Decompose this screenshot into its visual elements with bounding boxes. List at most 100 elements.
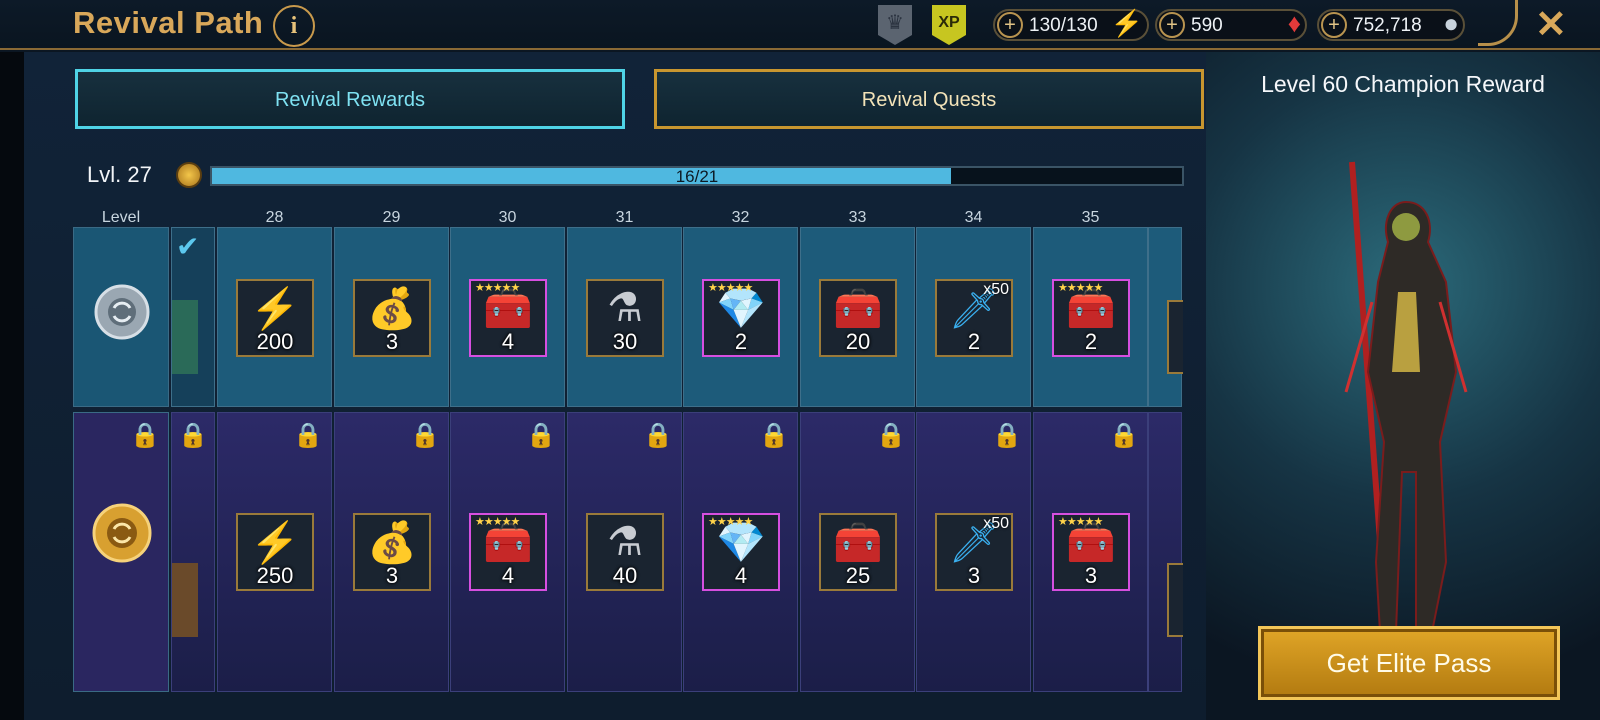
level-column-header: 29 <box>382 209 401 226</box>
gems-counter: + 590 ♦ <box>1155 8 1307 41</box>
elite-reward-cell[interactable]: 🔒 🧰 ★★★★★ 3 <box>1033 412 1148 692</box>
crown-badge-icon[interactable]: ♛ <box>878 5 912 45</box>
tab-revival-quests[interactable]: Revival Quests <box>654 69 1204 129</box>
elite-track-icon-cell: 🔒 <box>73 412 169 692</box>
reward-item[interactable]: 🗡 x50 3 <box>935 513 1013 591</box>
free-reward-cell[interactable]: 🗡 x50 2 <box>916 227 1031 407</box>
lock-icon: 🔒 <box>130 422 160 449</box>
energy-counter: + 130/130 ⚡ <box>993 8 1149 41</box>
energy-icon: ⚡ <box>250 287 300 331</box>
elite-reward-cell[interactable]: 🔒 💎 ★★★★★ 4 <box>683 412 798 692</box>
reward-item[interactable]: 💰 3 <box>353 279 431 357</box>
close-button[interactable]: ✕ <box>1535 2 1567 47</box>
reward-count: 40 <box>612 563 638 588</box>
reward-item[interactable]: ⚡ 200 <box>236 279 314 357</box>
level-column-header: 30 <box>498 209 517 226</box>
reward-count: 2 <box>967 329 981 354</box>
rarity-stars: ★★★★★ <box>475 516 520 528</box>
rarity-stars: ★★★★★ <box>1058 282 1103 294</box>
elite-reward-cell[interactable]: 🔒 ⚡ 250 <box>217 412 332 692</box>
rarity-stars: ★★★★★ <box>1058 516 1103 528</box>
next-level-free-cell[interactable] <box>1148 227 1183 407</box>
reward-item[interactable]: 💎 ★★★★★ 4 <box>702 513 780 591</box>
partial-reward-icon <box>1167 300 1183 374</box>
progress-text: 16/21 <box>675 167 719 186</box>
silver-value: 752,718 <box>1353 15 1422 36</box>
silver-chest-icon: 🧰 <box>833 521 883 565</box>
reward-item[interactable]: 🧰 ★★★★★ 4 <box>469 513 547 591</box>
multiplier-label: x50 <box>983 281 1009 298</box>
lock-icon: 🔒 <box>410 422 440 449</box>
free-reward-cell[interactable]: 💰 3 <box>334 227 449 407</box>
top-bar: Revival Path i ♛ XP + 130/130 ⚡ + 590 ♦ … <box>0 0 1600 50</box>
potion-icon: ⚗ <box>607 520 643 564</box>
prev-level-elite-cell[interactable]: 🔒 <box>171 412 215 692</box>
lock-icon: 🔒 <box>526 422 556 449</box>
corner-ornament <box>1478 0 1518 46</box>
reward-item[interactable]: 🧰 20 <box>819 279 897 357</box>
tab-revival-rewards[interactable]: Revival Rewards <box>75 69 625 129</box>
energy-icon: ⚡ <box>1110 8 1143 38</box>
potion-icon: ⚗ <box>607 286 643 330</box>
add-silver-button[interactable]: + <box>1321 12 1347 38</box>
champion-reward-panel: Level 60 Champion Reward Get Elite Pass <box>1206 52 1600 720</box>
money-bag-icon: 💰 <box>367 521 417 565</box>
reward-item[interactable]: ⚡ 250 <box>236 513 314 591</box>
reward-item[interactable]: 💰 3 <box>353 513 431 591</box>
partial-reward-icon <box>1167 563 1183 637</box>
lock-icon: 🔒 <box>178 422 208 449</box>
reward-item[interactable]: 🗡 x50 2 <box>935 279 1013 357</box>
free-reward-cell[interactable]: ⚗ 30 <box>567 227 682 407</box>
reward-count: 250 <box>256 563 294 588</box>
reward-item[interactable]: 🧰 ★★★★★ 2 <box>1052 279 1130 357</box>
elite-reward-cell[interactable]: 🔒 🧰 25 <box>800 412 915 692</box>
level-column-header: 33 <box>848 209 867 226</box>
current-level: Lvl. 27 <box>87 162 152 187</box>
get-elite-pass-button[interactable]: Get Elite Pass <box>1258 626 1560 700</box>
silver-chest-icon: 🧰 <box>833 287 883 331</box>
free-reward-cell[interactable]: 🧰 ★★★★★ 2 <box>1033 227 1148 407</box>
add-energy-button[interactable]: + <box>997 12 1023 38</box>
lock-icon: 🔒 <box>643 422 673 449</box>
xp-badge-icon[interactable]: XP <box>932 5 966 45</box>
partial-reward-icon <box>172 563 198 637</box>
reward-count: 4 <box>501 563 515 588</box>
reward-item[interactable]: 💎 ★★★★★ 2 <box>702 279 780 357</box>
reward-item[interactable]: 🧰 ★★★★★ 3 <box>1052 513 1130 591</box>
revival-coin-icon <box>176 162 202 188</box>
free-track-icon-cell <box>73 227 169 407</box>
free-reward-cell[interactable]: 🧰 ★★★★★ 4 <box>450 227 565 407</box>
gems-value: 590 <box>1191 15 1223 36</box>
reward-count: 25 <box>845 563 871 588</box>
reward-item[interactable]: ⚗ 40 <box>586 513 664 591</box>
level-column-header: 28 <box>265 209 284 226</box>
free-reward-cell[interactable]: 💎 ★★★★★ 2 <box>683 227 798 407</box>
left-edge <box>0 52 24 720</box>
reward-count: 2 <box>1084 329 1098 354</box>
money-bag-icon: 💰 <box>367 287 417 331</box>
prev-level-free-cell[interactable]: ✔ <box>171 227 215 407</box>
reward-item[interactable]: 🧰 25 <box>819 513 897 591</box>
free-reward-cell[interactable]: ⚡ 200 <box>217 227 332 407</box>
reward-item[interactable]: ⚗ 30 <box>586 279 664 357</box>
info-button[interactable]: i <box>273 5 315 47</box>
champion-figure-icon <box>1326 161 1486 656</box>
level-column-header: Level <box>101 209 141 226</box>
reward-item[interactable]: 🧰 ★★★★★ 4 <box>469 279 547 357</box>
check-icon: ✔ <box>176 231 200 262</box>
add-gems-button[interactable]: + <box>1159 12 1185 38</box>
elite-reward-cell[interactable]: 🔒 🗡 x50 3 <box>916 412 1031 692</box>
champion-reward-title: Level 60 Champion Reward <box>1261 71 1545 97</box>
elite-reward-cell[interactable]: 🔒 💰 3 <box>334 412 449 692</box>
gem-icon: ♦ <box>1287 8 1301 38</box>
reward-count: 3 <box>385 329 399 354</box>
next-level-elite-cell[interactable] <box>1148 412 1183 692</box>
elite-reward-cell[interactable]: 🔒 🧰 ★★★★★ 4 <box>450 412 565 692</box>
elite-reward-cell[interactable]: 🔒 ⚗ 40 <box>567 412 682 692</box>
free-reward-cell[interactable]: 🧰 20 <box>800 227 915 407</box>
level-column-header: 34 <box>964 209 983 226</box>
lock-icon: 🔒 <box>293 422 323 449</box>
rarity-stars: ★★★★★ <box>708 282 753 294</box>
lock-icon: 🔒 <box>876 422 906 449</box>
reward-count: 3 <box>967 563 981 588</box>
